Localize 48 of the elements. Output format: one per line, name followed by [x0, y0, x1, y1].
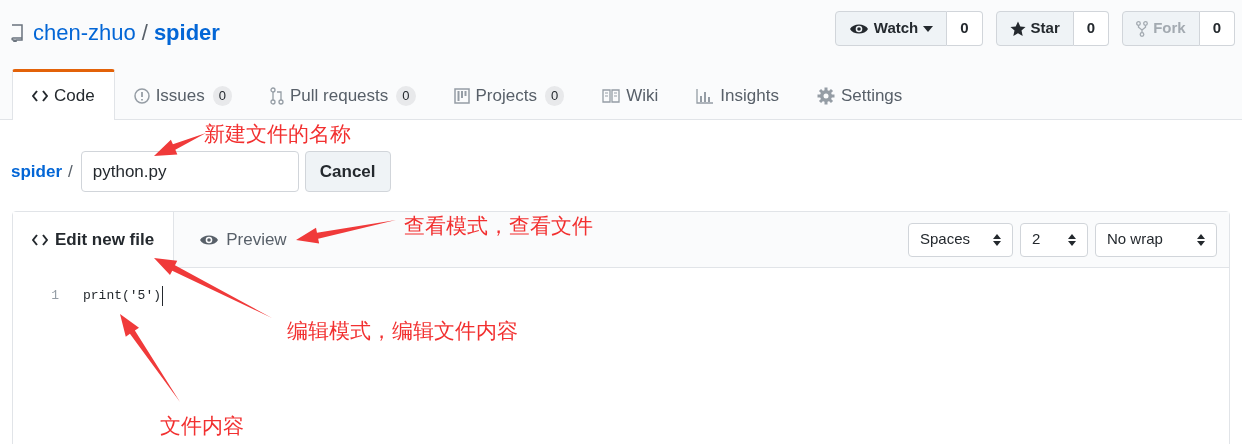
- line-number: 1: [50, 287, 59, 306]
- project-board-icon: [453, 88, 470, 104]
- updown-caret-icon: [992, 232, 1002, 247]
- code-line: print('5'): [83, 286, 163, 306]
- alert-icon: [133, 88, 150, 104]
- watch-button[interactable]: Watch: [834, 11, 948, 46]
- repo-name-link[interactable]: spider: [11, 158, 63, 185]
- updown-caret-icon: [1067, 232, 1077, 247]
- count-badge: 0: [212, 86, 232, 106]
- select-dropdown[interactable]: 2: [1020, 222, 1088, 257]
- repo-tab[interactable]: Issues 0: [114, 69, 251, 120]
- repo-owner-link[interactable]: chen-zhuo: [33, 16, 136, 49]
- annotation-text: 新建文件的名称: [204, 121, 351, 147]
- star-icon: [1009, 20, 1026, 37]
- filename-input[interactable]: python.py: [80, 151, 299, 192]
- updown-caret-icon: [1196, 232, 1206, 247]
- repo-tab[interactable]: Insights: [677, 69, 798, 120]
- repo-name-link[interactable]: spider: [153, 16, 220, 49]
- code-icon: [32, 90, 48, 102]
- pull-request-icon: [270, 87, 284, 105]
- repo-tab[interactable]: Code: [12, 69, 115, 120]
- select-dropdown[interactable]: Spaces: [908, 222, 1013, 257]
- star-button[interactable]: Star: [995, 11, 1074, 46]
- repo-icon: [10, 23, 24, 42]
- repo-tab[interactable]: Projects 0: [434, 69, 584, 120]
- annotation-text: 编辑模式，编辑文件内容: [287, 318, 518, 344]
- annotation-text: 查看模式，查看文件: [404, 213, 593, 239]
- editor-tab[interactable]: Edit new file: [13, 212, 175, 268]
- repo-tab[interactable]: Settings: [797, 69, 922, 120]
- select-dropdown[interactable]: No wrap: [1095, 222, 1217, 257]
- cancel-button[interactable]: Cancel: [304, 151, 391, 192]
- caret-icon: [923, 25, 934, 32]
- book-icon: [602, 89, 621, 103]
- repo-tab[interactable]: Pull requests 0: [251, 69, 435, 120]
- path-separator: /: [68, 160, 73, 183]
- settings-icon: [816, 87, 835, 105]
- count-badge: 0: [1199, 11, 1235, 46]
- bar-graph-icon: [696, 88, 715, 104]
- annotation-text: 文件内容: [160, 413, 244, 439]
- count-badge: 0: [544, 86, 565, 106]
- annotation-arrow: [154, 133, 206, 156]
- count-badge: 0: [947, 11, 983, 46]
- count-badge: 0: [396, 86, 416, 106]
- repo-tab[interactable]: Wiki: [583, 69, 678, 120]
- path-separator: /: [141, 19, 148, 47]
- fork-icon: [1136, 20, 1149, 37]
- count-badge: 0: [1073, 11, 1110, 46]
- code-icon: [32, 234, 48, 246]
